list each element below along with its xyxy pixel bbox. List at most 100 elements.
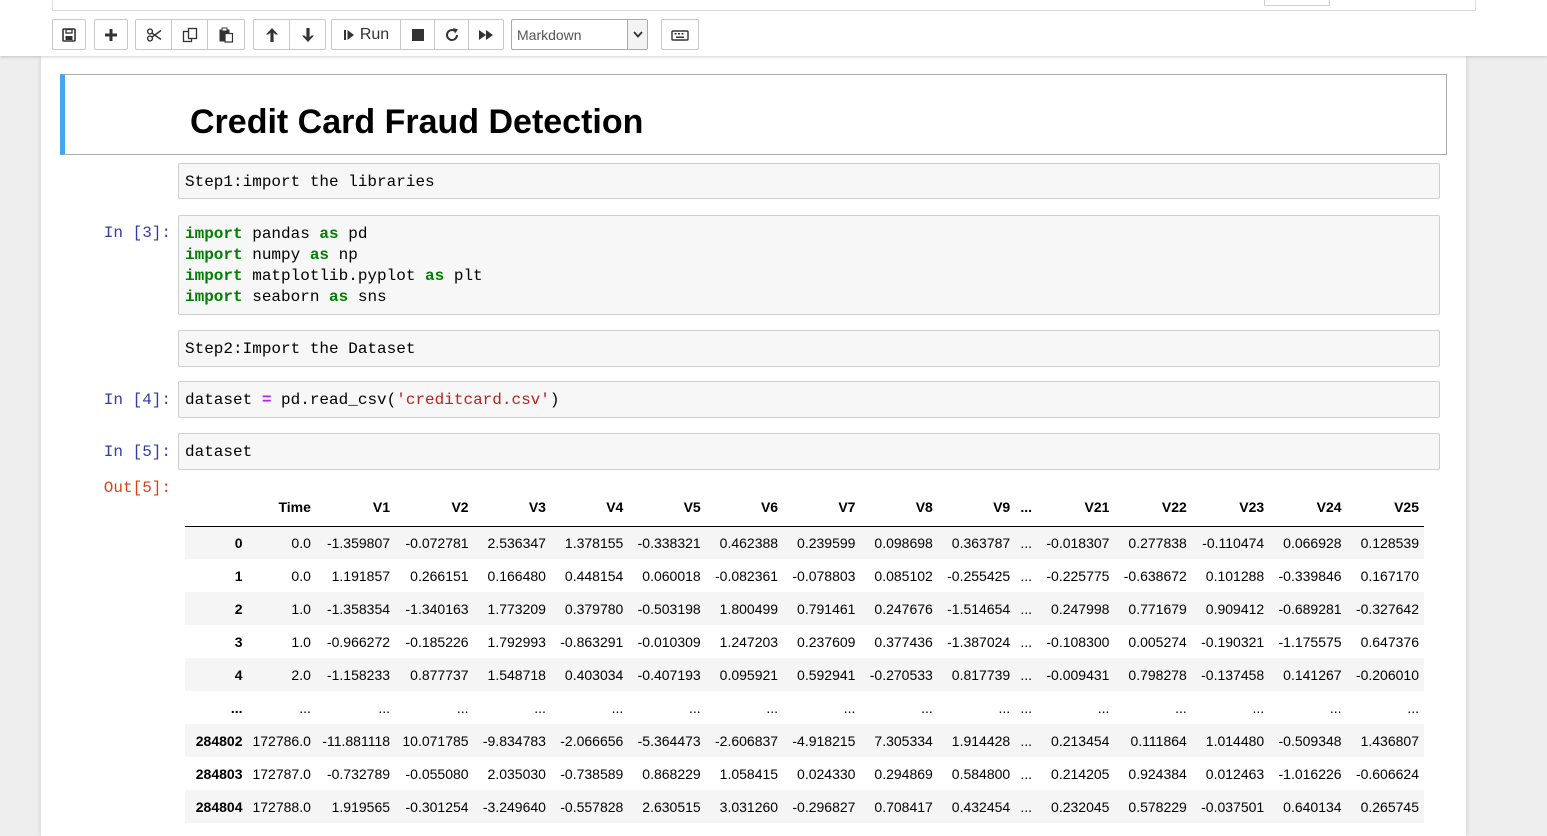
table-cell: -1.158233 [326,666,391,683]
run-button[interactable]: Run [331,19,401,50]
table-cell: -0.037501 [1201,798,1265,815]
dataframe-table: Time V1 V2 V3 V4 V5 V6 V7 V8 V9... V21 V22 V23 V24 V25… [185,489,1424,823]
markdown-text: Step1:import the libraries [185,173,435,191]
table-row: 284802 172786.0 -11.881118 10.071785 -9.8347… [185,724,1424,757]
table-cell: 0.403034 [564,666,624,683]
column-header: V6 [705,489,784,527]
table-cell: -0.557828 [560,798,624,815]
kernel-indicator [1264,0,1330,6]
code-cell-imports[interactable]: import pandas as pd import numpy as np i… [178,215,1440,315]
restart-kernel-button[interactable] [434,19,469,50]
table-cell: ... [1020,798,1033,815]
markdown-cell-step1[interactable]: Step1:import the libraries [178,163,1440,199]
table-cell: 172788.0 [252,798,311,815]
table-cell: ... [1020,732,1033,749]
table-cell: 1.914428 [951,732,1011,749]
paste-icon [218,27,234,43]
table-cell: 0.379780 [564,600,624,617]
table-cell: 0.247676 [874,600,933,617]
table-cell: 0.432454 [951,798,1011,815]
fast-forward-icon [478,28,494,42]
column-header: V3 [473,489,551,527]
code-cell-read-csv[interactable]: dataset = pd.read_csv('creditcard.csv') [178,381,1440,418]
table-cell: -0.407193 [637,666,701,683]
table-cell: ... [1329,699,1342,716]
table-cell: 1.0 [291,600,311,617]
move-up-button[interactable] [253,19,290,50]
table-cell: 0.462388 [719,534,779,551]
table-cell: -2.066656 [560,732,624,749]
table-cell: 1.773209 [487,600,546,617]
table-cell: 0.640134 [1283,798,1342,815]
table-cell: ... [534,699,546,716]
table-cell: ... [1020,765,1033,782]
table-cell: 1.548718 [487,666,546,683]
menubar [52,0,1476,11]
table-cell: 0.266151 [410,567,469,584]
table-cell: -1.358354 [326,600,391,617]
code-line: dataset = pd.read_csv('creditcard.csv') [185,391,560,409]
code-line: dataset [185,443,253,461]
markdown-cell-step2[interactable]: Step2:Import the Dataset [178,330,1440,367]
markdown-cell-selected[interactable]: Credit Card Fraud Detection [60,74,1447,155]
table-cell: 2.630515 [642,798,701,815]
plus-icon [104,28,118,42]
save-icon [62,27,76,42]
paste-button[interactable] [207,19,245,50]
insert-cell-button[interactable] [94,19,128,50]
table-cell: 1.191857 [331,567,391,584]
table-cell: -0.206010 [1355,666,1419,683]
restart-run-all-button[interactable] [468,19,504,50]
save-button[interactable] [52,19,86,50]
row-index: 284803 [195,765,243,782]
table-cell: -0.338321 [637,534,701,551]
table-cell: ... [1407,699,1419,716]
table-cell: ... [1175,699,1187,716]
column-header [185,489,248,527]
table-cell: 0.0 [291,567,311,584]
table-cell: ... [998,699,1011,716]
notebook-container: Credit Card Fraud Detection Step1:import… [41,56,1466,836]
table-cell: -2.606837 [715,732,779,749]
column-header: V5 [628,489,706,527]
column-header: V8 [860,489,938,527]
table-cell: 0.066928 [1283,534,1342,551]
notebook-header: Run Markdown [0,0,1547,56]
table-cell: 172787.0 [252,765,311,782]
column-header: V4 [550,489,629,527]
row-index: ... [230,699,243,716]
copy-button[interactable] [171,19,208,50]
run-icon [343,28,355,42]
move-down-button[interactable] [289,19,326,50]
table-cell: 0.909412 [1205,600,1265,617]
table-cell: 0.791461 [797,600,856,617]
table-cell: -0.078803 [792,567,856,584]
table-cell: ... [456,699,469,716]
cut-button[interactable] [135,19,172,50]
copy-icon [182,27,198,43]
table-cell: -0.301254 [405,798,469,815]
table-cell: 1.919565 [331,798,391,815]
table-cell: -0.190321 [1201,633,1265,650]
markdown-text: Step2:Import the Dataset [185,340,416,358]
code-line: import pandas as pd [185,225,368,243]
table-cell: -0.863291 [560,633,624,650]
code-cell-dataset[interactable]: dataset [178,433,1440,470]
table-cell: 0.085102 [874,567,933,584]
chevron-down-icon [627,20,647,49]
restart-icon [444,27,460,43]
table-cell: ... [1020,666,1033,683]
table-cell: 0.247998 [1051,600,1110,617]
interrupt-button[interactable] [400,19,435,50]
column-header: ... [1015,489,1038,527]
table-cell: -0.966272 [326,633,391,650]
table-cell: 1.436807 [1360,732,1419,749]
table-cell: 0.167170 [1360,567,1419,584]
command-palette-button[interactable] [661,19,699,50]
table-cell: 1.0 [291,633,311,650]
table-row: 3 1.0 -0.966272 -0.185226 1.792993 -0.863291-… [185,625,1424,658]
table-row: 1 0.0 1.191857 0.266151 0.166480 0.448154 0.06… [185,559,1424,592]
notebook-title-heading: Credit Card Fraud Detection [190,103,644,141]
cell-type-select[interactable]: Markdown [511,19,648,50]
table-cell: 0.232045 [1051,798,1110,815]
